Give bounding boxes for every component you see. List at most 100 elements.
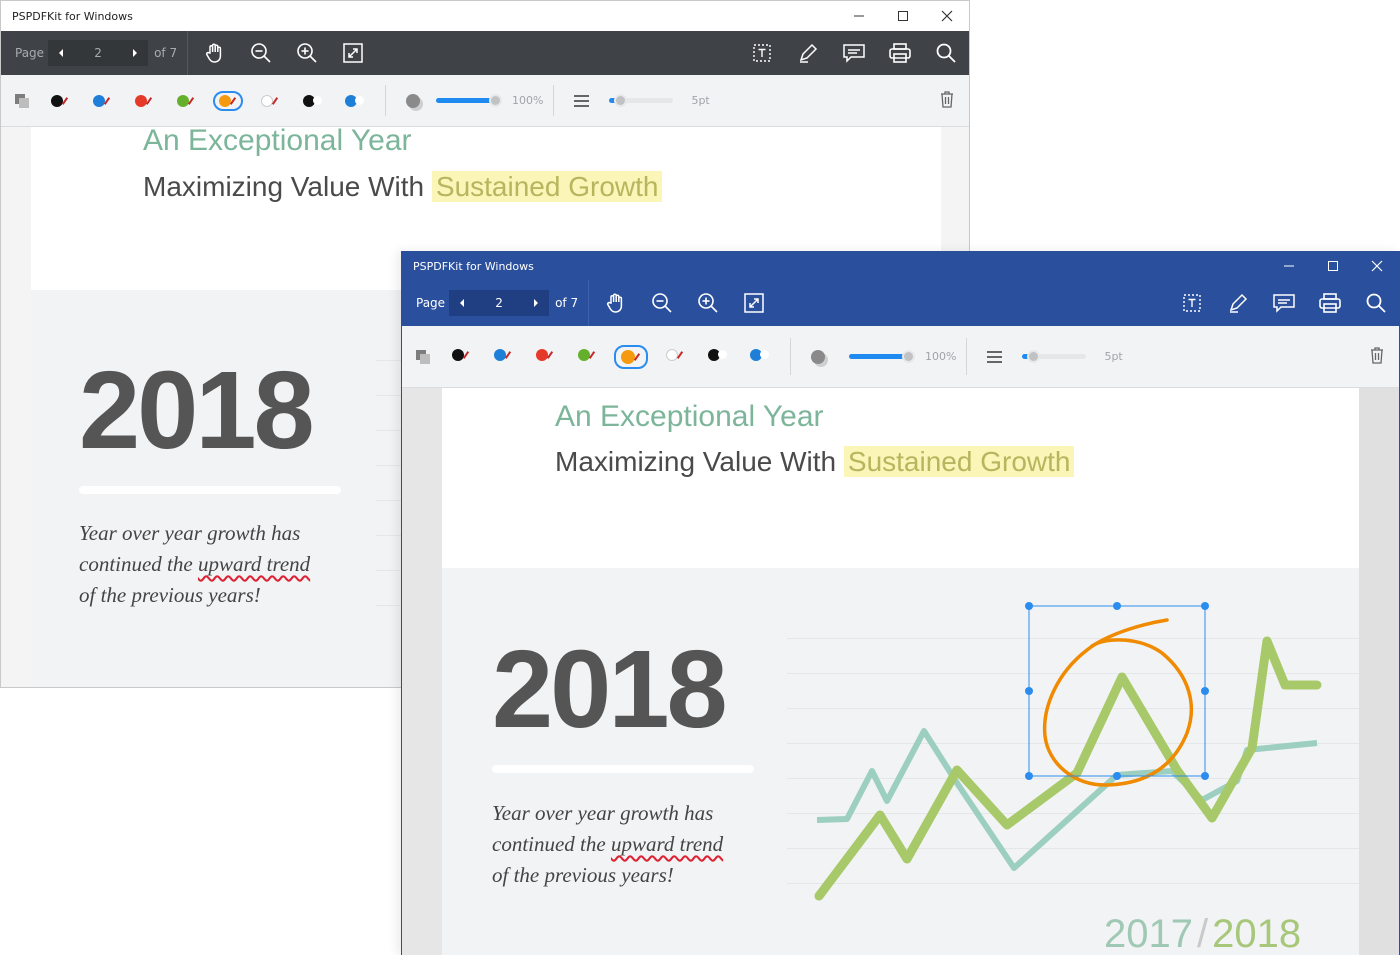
front-main-toolbar: Page 2 of 7 xyxy=(402,280,1399,326)
search-icon xyxy=(936,43,956,63)
selection-handle xyxy=(1201,772,1209,780)
selection-handle xyxy=(1113,772,1121,780)
next-page-button[interactable] xyxy=(523,290,550,316)
body-paragraph: Year over year growth has continued the … xyxy=(492,801,724,887)
ink-color-swatches xyxy=(39,90,375,111)
page-total: of 7 xyxy=(154,46,178,60)
swatch-black-ink[interactable] xyxy=(446,345,476,365)
signature-button[interactable] xyxy=(785,31,831,75)
minimize-button[interactable] xyxy=(837,1,881,31)
pan-hand-icon xyxy=(607,293,623,313)
selection-handle xyxy=(1201,602,1209,610)
selection-handle xyxy=(1025,772,1033,780)
swatch-blue-fill[interactable] xyxy=(744,345,774,365)
page-number-input[interactable]: 2 xyxy=(74,40,123,66)
front-window-title: PSPDFKit for Windows xyxy=(413,259,534,273)
zoom-out-button[interactable] xyxy=(639,280,685,326)
maximize-icon xyxy=(1328,261,1338,271)
minimize-icon xyxy=(854,15,864,17)
minimize-icon xyxy=(1284,265,1294,267)
delete-annotation-button[interactable] xyxy=(939,90,955,111)
highlight-annotation[interactable]: Sustained Growth xyxy=(431,171,663,202)
swatch-blue-ink[interactable] xyxy=(488,345,518,365)
page-label: Page xyxy=(416,296,446,310)
signature-button[interactable] xyxy=(1215,280,1261,326)
swatch-black-fill[interactable] xyxy=(297,91,327,111)
swatch-orange-ink-selected[interactable] xyxy=(213,90,243,111)
layer-order-icon[interactable] xyxy=(416,349,430,364)
doc-subheading: Maximizing Value With Sustained Growth xyxy=(143,171,663,203)
caret-right-icon xyxy=(534,299,539,307)
swatch-red-ink[interactable] xyxy=(530,345,560,365)
text-select-icon xyxy=(753,44,771,62)
swatch-green-ink[interactable] xyxy=(572,345,602,365)
doc-heading: An Exceptional Year xyxy=(143,127,412,157)
prev-page-button[interactable] xyxy=(48,40,75,66)
zoom-in-icon xyxy=(698,293,718,313)
opacity-value: 100% xyxy=(925,350,957,363)
delete-annotation-button[interactable] xyxy=(1369,346,1385,367)
fit-page-icon xyxy=(744,293,764,313)
front-window: PSPDFKit for Windows Page 2 of 7 100% 5p… xyxy=(401,251,1400,955)
swatch-red-ink[interactable] xyxy=(129,91,159,111)
close-button[interactable] xyxy=(1355,252,1399,280)
opacity-slider[interactable] xyxy=(849,350,915,363)
front-pdf-page: An Exceptional Year Maximizing Value Wit… xyxy=(442,388,1360,955)
selection-handle xyxy=(1113,602,1121,610)
fit-page-button[interactable] xyxy=(731,280,777,326)
page-total: of 7 xyxy=(555,296,579,310)
pan-button[interactable] xyxy=(192,31,238,75)
print-button[interactable] xyxy=(1307,280,1353,326)
swatch-blue-ink[interactable] xyxy=(87,91,117,111)
text-select-button[interactable] xyxy=(1169,280,1215,326)
comment-button[interactable] xyxy=(831,31,877,75)
zoom-out-icon xyxy=(251,43,271,63)
spellcheck-underline: upward trend xyxy=(197,552,311,576)
search-button[interactable] xyxy=(923,31,969,75)
page-scroll-gutter[interactable] xyxy=(1359,388,1399,955)
swatch-green-ink[interactable] xyxy=(171,91,201,111)
opacity-icon xyxy=(811,349,825,364)
stroke-size-slider[interactable] xyxy=(1022,350,1087,363)
fit-page-button[interactable] xyxy=(330,31,376,75)
maximize-button[interactable] xyxy=(1311,252,1355,280)
trash-icon xyxy=(941,91,953,108)
comment-icon xyxy=(843,44,865,63)
swatch-black-ink[interactable] xyxy=(45,91,75,111)
year-big: 2018 xyxy=(79,349,315,472)
front-document-viewport[interactable]: An Exceptional Year Maximizing Value Wit… xyxy=(402,388,1399,955)
comment-button[interactable] xyxy=(1261,280,1307,326)
page-label: Page xyxy=(15,46,45,60)
page-navigator: Page 2 of 7 xyxy=(1,31,183,75)
pan-button[interactable] xyxy=(593,280,639,326)
swatch-white-ink[interactable] xyxy=(660,345,690,365)
print-button[interactable] xyxy=(877,31,923,75)
prev-page-button[interactable] xyxy=(449,290,476,316)
year-big: 2018 xyxy=(492,628,728,751)
swatch-orange-ink-selected[interactable] xyxy=(614,344,648,369)
swatch-blue-fill[interactable] xyxy=(339,91,369,111)
year-underline xyxy=(79,486,341,494)
opacity-icon xyxy=(406,93,420,108)
zoom-out-icon xyxy=(652,293,672,313)
minimize-button[interactable] xyxy=(1267,252,1311,280)
swatch-black-fill[interactable] xyxy=(702,345,732,365)
swatch-white-ink[interactable] xyxy=(255,91,285,111)
text-select-button[interactable] xyxy=(739,31,785,75)
zoom-in-button[interactable] xyxy=(284,31,330,75)
stroke-size-value: 5pt xyxy=(691,94,710,107)
page-number-input[interactable]: 2 xyxy=(475,290,524,316)
caret-left-icon xyxy=(460,299,465,307)
search-button[interactable] xyxy=(1353,280,1399,326)
maximize-button[interactable] xyxy=(881,1,925,31)
layer-order-icon[interactable] xyxy=(15,93,29,108)
next-page-button[interactable] xyxy=(122,40,149,66)
close-button[interactable] xyxy=(925,1,969,31)
body-paragraph: Year over year growth has continued the … xyxy=(79,521,311,607)
zoom-in-icon xyxy=(297,43,317,63)
opacity-slider[interactable] xyxy=(436,94,502,107)
stroke-size-slider[interactable] xyxy=(609,94,674,107)
print-icon xyxy=(889,43,911,63)
zoom-out-button[interactable] xyxy=(238,31,284,75)
zoom-in-button[interactable] xyxy=(685,280,731,326)
